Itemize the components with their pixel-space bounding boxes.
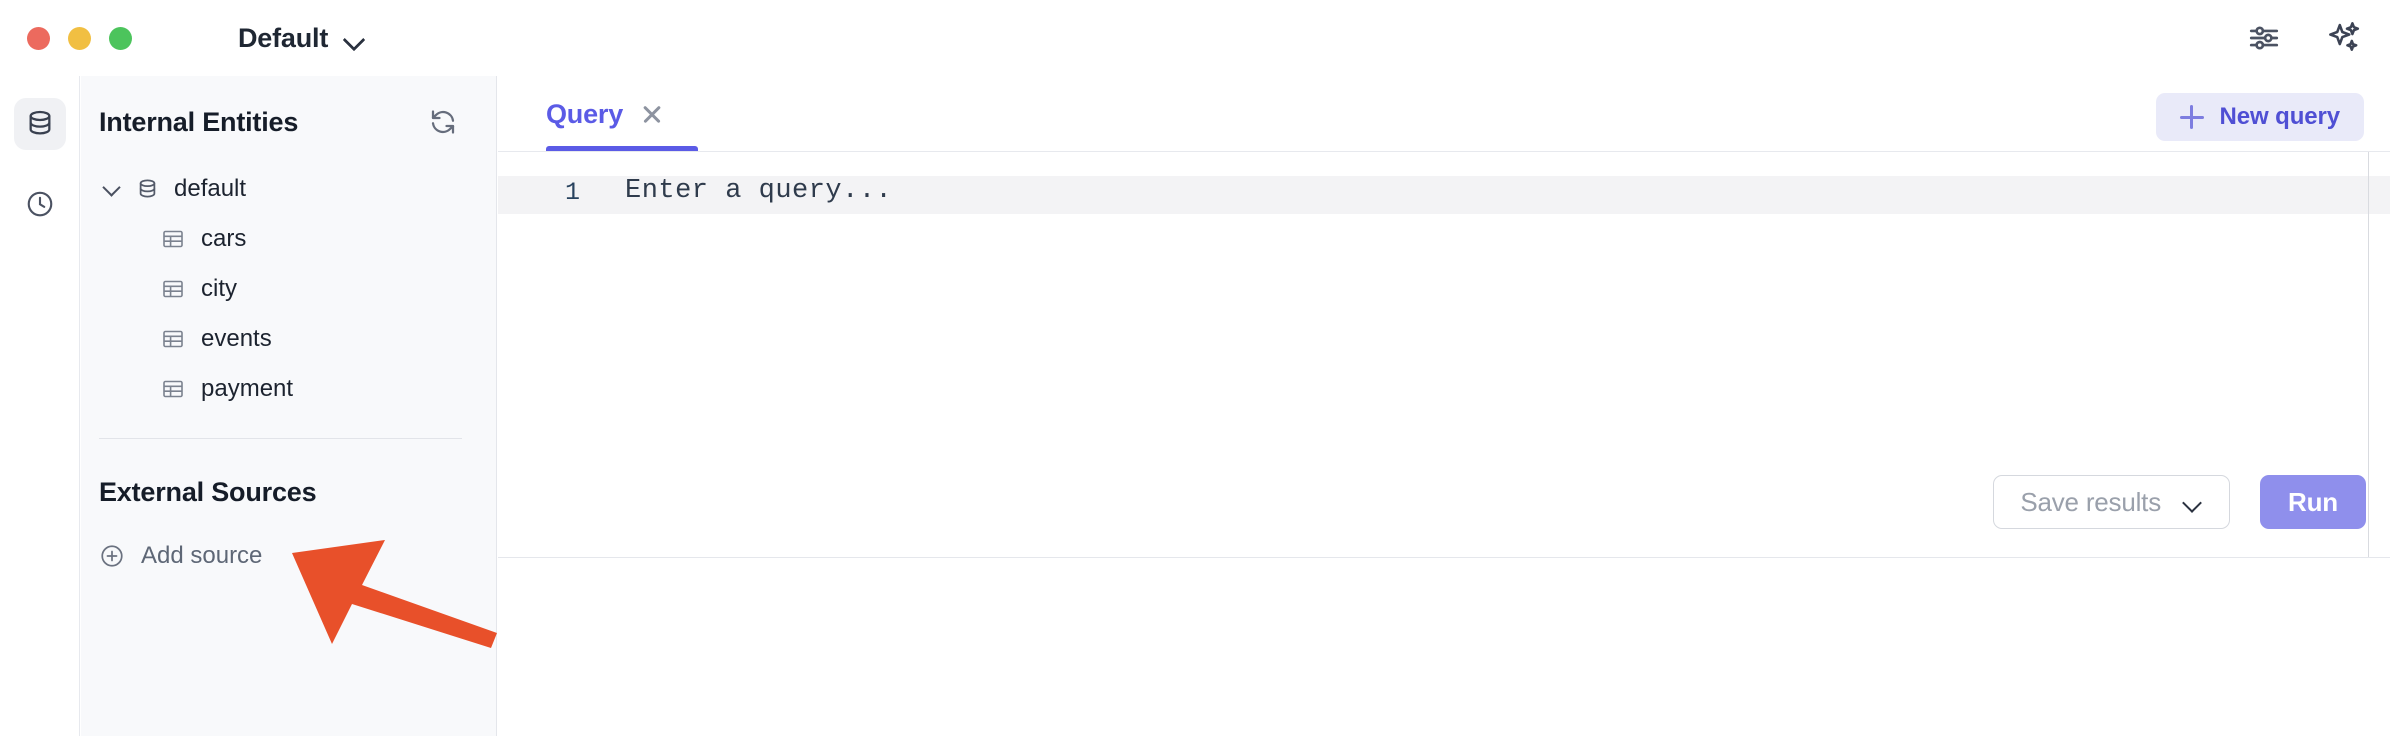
close-icon[interactable] [639, 101, 665, 127]
refresh-icon[interactable] [424, 103, 462, 141]
tab-query[interactable]: Query [498, 77, 698, 151]
titlebar: Default [0, 0, 2390, 76]
new-query-button[interactable]: New query [2155, 93, 2364, 141]
entity-tree: default cars city events payment [99, 160, 478, 414]
chevron-down-icon [344, 32, 366, 45]
query-tabbar: Query New query [498, 76, 2390, 152]
save-results-label: Save results [2020, 486, 2161, 517]
app-window: Default Internal Entities default cars c… [0, 0, 2390, 736]
table-name-label: cars [201, 225, 247, 252]
run-button[interactable]: Run [2260, 475, 2366, 529]
external-sources-title: External Sources [99, 477, 317, 507]
database-icon [135, 177, 160, 202]
new-query-label: New query [2219, 103, 2341, 130]
table-icon [161, 277, 185, 301]
chevron-expanded-icon[interactable] [103, 180, 121, 198]
tab-active-indicator [546, 146, 698, 151]
profile-selector[interactable]: Default [238, 23, 366, 54]
table-icon [161, 327, 185, 351]
database-name-label: default [174, 175, 247, 202]
tree-node-table[interactable]: events [99, 314, 478, 364]
profile-name-label: Default [238, 22, 329, 53]
plus-icon [2179, 105, 2204, 129]
rail-item-history[interactable] [14, 178, 66, 230]
entities-sidebar: Internal Entities default cars city even… [81, 76, 497, 736]
table-name-label: payment [201, 375, 294, 402]
settings-sliders-icon[interactable] [2244, 18, 2284, 58]
editor-actions: Save results Run [1993, 475, 2366, 529]
titlebar-actions [2244, 0, 2364, 76]
main-content: Query New query 1 Enter a query... Save … [498, 76, 2390, 736]
maximize-window-button[interactable] [109, 26, 132, 50]
tree-node-table[interactable]: payment [99, 364, 478, 414]
internal-entities-header: Internal Entities [99, 84, 478, 160]
plus-circle-icon [99, 543, 125, 569]
run-label: Run [2288, 486, 2338, 517]
ai-sparkles-icon[interactable] [2324, 18, 2364, 58]
query-editor[interactable]: 1 Enter a query... Save results Run [498, 152, 2390, 557]
add-source-button[interactable]: Add source [99, 542, 478, 570]
tab-label: Query [546, 98, 624, 129]
close-window-button[interactable] [27, 26, 50, 50]
table-icon [161, 377, 185, 401]
line-number: 1 [564, 178, 580, 207]
tree-node-table[interactable]: cars [99, 214, 478, 264]
results-pane [498, 557, 2390, 736]
tree-node-database[interactable]: default [99, 164, 478, 214]
save-results-button[interactable]: Save results [1993, 475, 2230, 529]
table-name-label: city [201, 275, 237, 302]
editor-placeholder[interactable]: Enter a query... [625, 176, 892, 206]
window-controls [27, 26, 132, 50]
tree-node-table[interactable]: city [99, 264, 478, 314]
internal-entities-title: Internal Entities [99, 106, 299, 137]
left-rail [0, 76, 80, 736]
minimize-window-button[interactable] [68, 26, 91, 50]
table-icon [161, 227, 185, 251]
chevron-down-icon[interactable] [2183, 496, 2203, 508]
rail-item-entities[interactable] [13, 98, 66, 150]
table-name-label: events [201, 325, 272, 352]
add-source-label: Add source [141, 542, 263, 569]
column-ruler [2368, 152, 2369, 557]
